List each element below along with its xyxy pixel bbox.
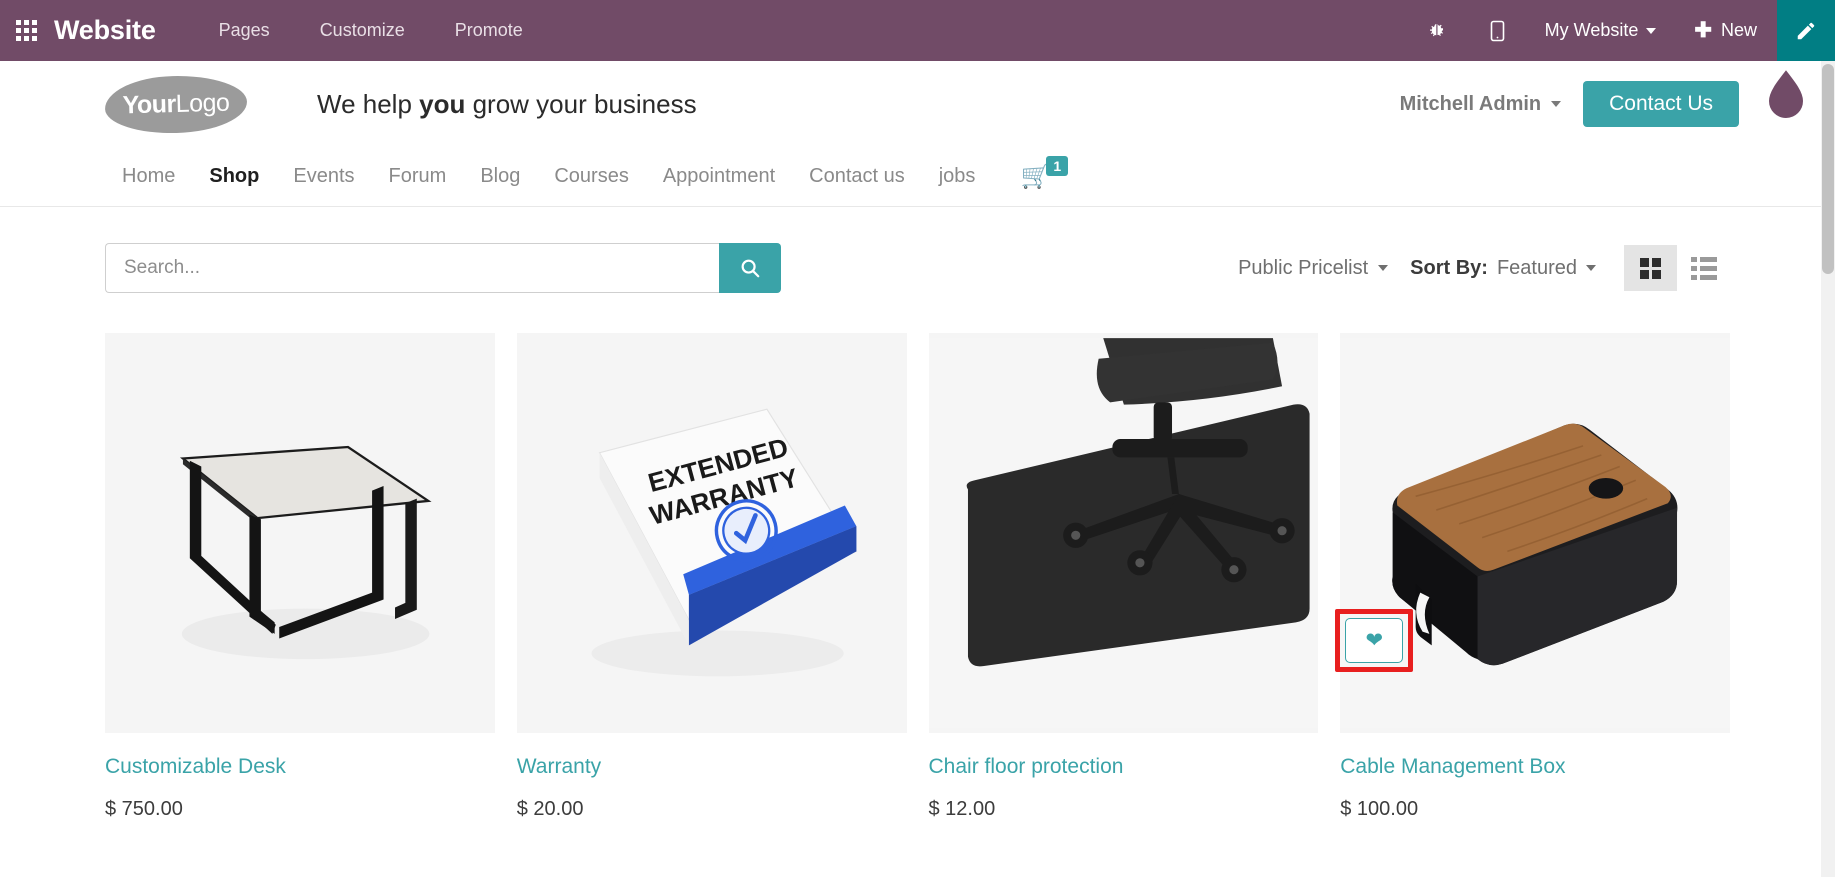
contact-us-button[interactable]: Contact Us — [1583, 81, 1739, 127]
user-menu[interactable]: Mitchell Admin — [1399, 92, 1562, 116]
sort-by-dropdown[interactable]: Sort By: Featured — [1410, 257, 1596, 280]
product-name[interactable]: Warranty — [517, 755, 907, 779]
product-grid: Customizable Desk $ 750.00 EXTENDED WARR… — [0, 293, 1835, 821]
header-right-group: Mitchell Admin Contact Us — [1400, 81, 1739, 127]
mobile-preview-icon[interactable] — [1468, 20, 1527, 42]
grid-view-button[interactable] — [1624, 245, 1677, 291]
product-price: $ 12.00 — [928, 798, 996, 820]
nav-item-forum[interactable]: Forum — [372, 165, 464, 188]
nav-item-shop[interactable]: Shop — [192, 165, 276, 188]
new-button-label: New — [1720, 20, 1757, 40]
product-name[interactable]: Chair floor protection — [929, 755, 1319, 779]
bug-glyph — [1429, 23, 1443, 36]
edit-page-button[interactable] — [1777, 0, 1835, 61]
list-view-icon — [1690, 256, 1717, 280]
shop-toolbar: Public Pricelist Sort By: Featured — [0, 207, 1835, 293]
nav-item-contact-us[interactable]: Contact us — [792, 165, 922, 188]
sort-by-value: Featured — [1496, 256, 1577, 279]
grid-view-icon — [1640, 257, 1661, 279]
product-card[interactable]: Customizable Desk $ 750.00 — [105, 333, 495, 821]
product-image[interactable] — [928, 333, 1319, 733]
product-card[interactable]: EXTENDED WARRANTY Warranty $ 20.00 — [516, 333, 907, 821]
theme-droplet-icon[interactable] — [1759, 63, 1813, 128]
tagline-bold: you — [419, 88, 466, 119]
tagline-post: grow your business — [465, 88, 697, 119]
odoo-app-name[interactable]: Website — [54, 15, 156, 46]
nav-item-blog[interactable]: Blog — [463, 165, 537, 188]
nav-item-home[interactable]: Home — [105, 165, 192, 188]
chevron-down-icon — [1378, 265, 1389, 271]
odoo-menu-promote[interactable]: Promote — [430, 20, 548, 41]
search-submit-button[interactable] — [719, 243, 781, 293]
toolbar-right-group: Public Pricelist Sort By: Featured — [1238, 245, 1730, 291]
logo-bold-part: Your — [122, 89, 177, 119]
website-selector[interactable]: My Website — [1527, 20, 1675, 41]
edit-pencil-icon — [1797, 22, 1815, 39]
apps-grid-icon[interactable] — [16, 19, 38, 42]
add-to-wishlist-button[interactable]: ❤ — [1345, 618, 1404, 663]
site-logo[interactable]: YourLogo — [104, 73, 248, 135]
site-tagline: We help you grow your business — [317, 89, 697, 120]
main-navigation: Home Shop Events Forum Blog Courses Appo… — [0, 147, 1835, 207]
product-price: $ 100.00 — [1340, 798, 1419, 820]
new-button[interactable]: ✚ New — [1674, 20, 1777, 41]
chevron-down-icon — [1646, 27, 1657, 34]
cart-count-badge: 1 — [1046, 155, 1069, 176]
odoo-menu-customize[interactable]: Customize — [295, 20, 430, 41]
tagline-pre: We help — [317, 88, 420, 119]
mobile-glyph — [1490, 20, 1504, 41]
chair-mat-illustration — [928, 338, 1319, 728]
pricelist-dropdown[interactable]: Public Pricelist — [1238, 256, 1389, 280]
product-price: $ 750.00 — [105, 798, 183, 820]
site-logo-text: YourLogo — [122, 88, 229, 120]
nav-item-events[interactable]: Events — [276, 165, 371, 188]
product-image[interactable] — [1340, 333, 1730, 733]
droplet-glyph — [1764, 63, 1808, 122]
product-card[interactable]: Chair floor protection $ 12.00 — [928, 333, 1319, 821]
odoo-menu-pages[interactable]: Pages — [194, 20, 295, 41]
product-search-form — [105, 243, 781, 293]
desk-illustration — [105, 338, 495, 728]
site-header: YourLogo We help you grow your business … — [0, 61, 1835, 147]
warranty-box-illustration: EXTENDED WARRANTY — [516, 338, 907, 728]
odoo-bar-right-group: My Website ✚ New — [1405, 0, 1777, 61]
product-name[interactable]: Customizable Desk — [105, 755, 495, 779]
sort-by-prefix: Sort By: — [1410, 256, 1488, 279]
bug-icon[interactable] — [1405, 21, 1468, 41]
search-icon — [741, 259, 760, 278]
pricelist-dropdown-label: Public Pricelist — [1238, 256, 1369, 279]
nav-item-jobs[interactable]: jobs — [922, 165, 993, 188]
heart-icon: ❤ — [1365, 629, 1384, 652]
product-image[interactable] — [105, 333, 495, 733]
nav-item-courses[interactable]: Courses — [537, 165, 645, 188]
odoo-top-bar: Website Pages Customize Promote My Websi… — [0, 0, 1835, 61]
website-selector-label: My Website — [1544, 20, 1639, 40]
vertical-scrollbar-thumb[interactable] — [1822, 64, 1834, 274]
nav-item-appointment[interactable]: Appointment — [646, 165, 792, 188]
logo-light-part: Logo — [175, 88, 230, 118]
user-menu-label: Mitchell Admin — [1399, 92, 1542, 115]
chevron-down-icon — [1551, 101, 1562, 107]
product-image[interactable]: EXTENDED WARRANTY — [516, 333, 907, 733]
chevron-down-icon — [1586, 265, 1596, 271]
view-mode-toggle — [1624, 245, 1730, 291]
product-card[interactable]: ❤ Cable Management Box $ 100.00 — [1335, 333, 1730, 821]
cable-box-illustration — [1340, 338, 1730, 728]
product-name[interactable]: Cable Management Box — [1340, 755, 1730, 779]
product-price: $ 20.00 — [516, 798, 584, 820]
search-input[interactable] — [105, 243, 719, 293]
list-view-button[interactable] — [1677, 245, 1730, 291]
plus-icon: ✚ — [1694, 19, 1712, 42]
cart-button[interactable]: 🛒 1 — [1020, 155, 1069, 189]
